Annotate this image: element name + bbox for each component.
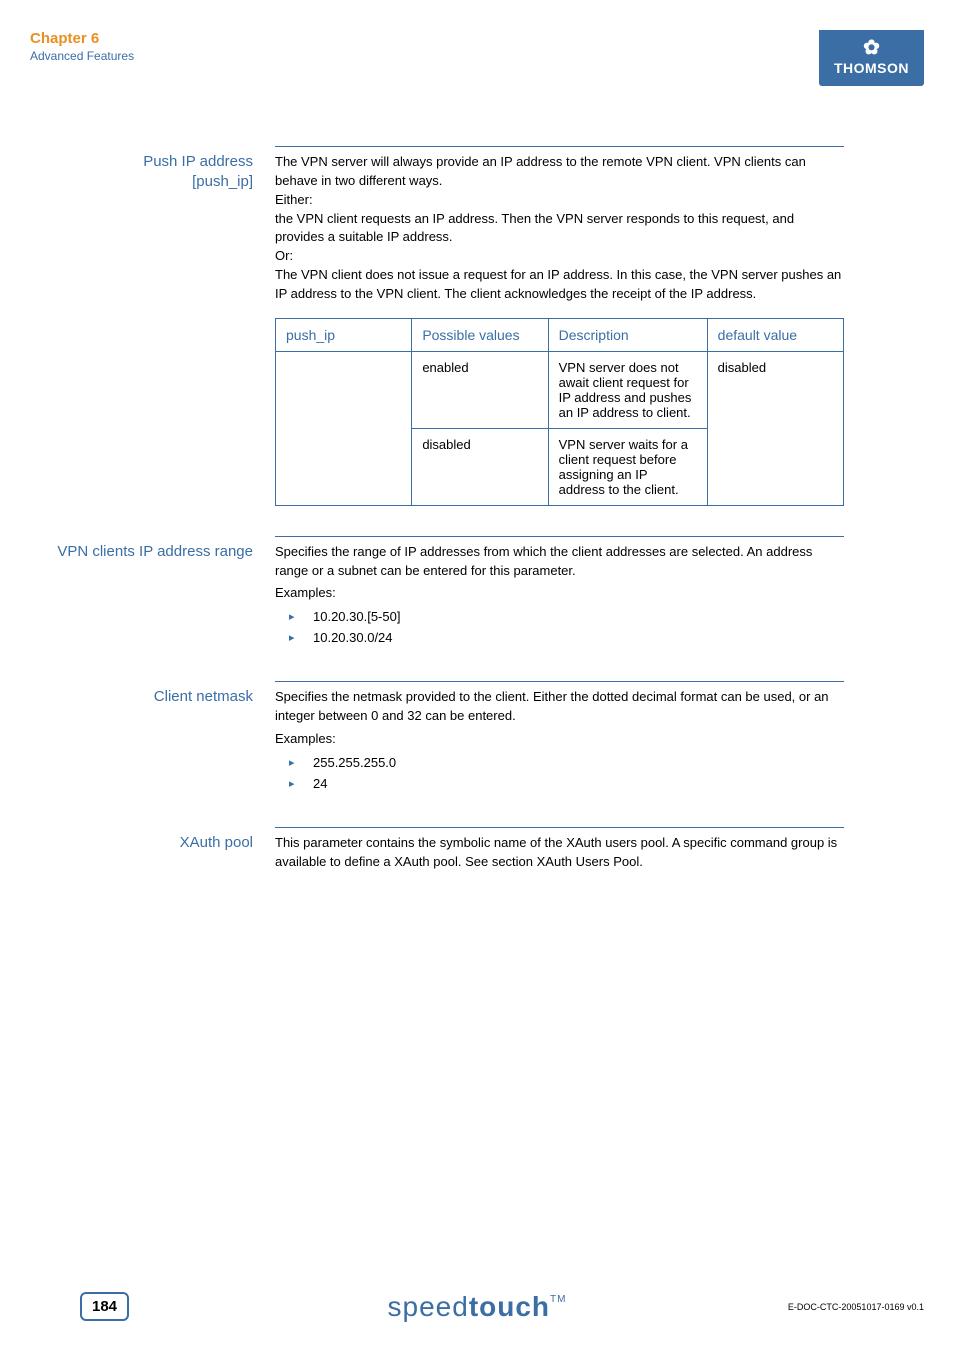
page-header: Chapter 6 Advanced Features ✿ THOMSON — [0, 0, 954, 86]
client-netmask-examples-label: Examples: — [275, 730, 844, 749]
margin-label-xauth-pool: XAuth pool — [30, 827, 275, 872]
push-ip-intro: The VPN server will always provide an IP… — [275, 153, 844, 191]
section-body-xauth-pool: This parameter contains the symbolic nam… — [275, 827, 844, 872]
section-xauth-pool: XAuth pool This parameter contains the s… — [30, 827, 844, 872]
push-ip-table: push_ip Possible values Description defa… — [275, 318, 844, 506]
push-ip-either-body: the VPN client requests an IP address. T… — [275, 210, 844, 248]
table-row: enabled VPN server does not await client… — [276, 351, 844, 428]
section-body-push-ip: The VPN server will always provide an IP… — [275, 146, 844, 506]
section-vpn-range: VPN clients IP address range Specifies t… — [30, 536, 844, 652]
td-desc-disabled: VPN server waits for a client request be… — [548, 428, 707, 505]
th-values: Possible values — [412, 318, 548, 351]
td-param — [276, 351, 412, 505]
margin-label-vpn-range: VPN clients IP address range — [30, 536, 275, 652]
vpn-range-body: Specifies the range of IP addresses from… — [275, 543, 844, 581]
thomson-brand-text: THOMSON — [829, 60, 914, 76]
section-body-client-netmask: Specifies the netmask provided to the cl… — [275, 681, 844, 797]
client-netmask-body: Specifies the netmask provided to the cl… — [275, 688, 844, 726]
xauth-pool-body: This parameter contains the symbolic nam… — [275, 834, 844, 872]
section-client-netmask: Client netmask Specifies the netmask pro… — [30, 681, 844, 797]
margin-label-client-netmask: Client netmask — [30, 681, 275, 797]
label-vpn-range: VPN clients IP address range — [30, 542, 253, 562]
label-push-ip-line2: [push_ip] — [30, 172, 253, 192]
page-number: 184 — [80, 1292, 129, 1321]
client-netmask-examples: 255.255.255.0 24 — [275, 755, 844, 791]
chapter-block: Chapter 6 Advanced Features — [30, 30, 134, 63]
list-item: 24 — [285, 776, 844, 791]
section-push-ip: Push IP address [push_ip] The VPN server… — [30, 146, 844, 506]
chapter-title: Chapter 6 — [30, 30, 134, 47]
td-value-disabled: disabled — [412, 428, 548, 505]
list-item: 10.20.30.[5-50] — [285, 609, 844, 624]
th-default: default value — [707, 318, 843, 351]
page-content: Push IP address [push_ip] The VPN server… — [0, 86, 954, 872]
list-item: 10.20.30.0/24 — [285, 630, 844, 645]
label-push-ip-line1: Push IP address — [30, 152, 253, 172]
td-default: disabled — [707, 351, 843, 505]
chapter-subtitle: Advanced Features — [30, 49, 134, 63]
doc-id: E-DOC-CTC-20051017-0169 v0.1 — [788, 1302, 924, 1312]
margin-label-push-ip: Push IP address [push_ip] — [30, 146, 275, 506]
th-desc: Description — [548, 318, 707, 351]
vpn-range-examples: 10.20.30.[5-50] 10.20.30.0/24 — [275, 609, 844, 645]
thomson-logo: ✿ THOMSON — [819, 30, 924, 86]
push-ip-or-body: The VPN client does not issue a request … — [275, 266, 844, 304]
push-ip-either: Either: — [275, 191, 844, 210]
label-xauth-pool: XAuth pool — [30, 833, 253, 853]
th-param: push_ip — [276, 318, 412, 351]
thomson-globe-icon: ✿ — [829, 38, 914, 58]
push-ip-or: Or: — [275, 247, 844, 266]
td-desc-enabled: VPN server does not await client request… — [548, 351, 707, 428]
section-body-vpn-range: Specifies the range of IP addresses from… — [275, 536, 844, 652]
td-value-enabled: enabled — [412, 351, 548, 428]
table-header-row: push_ip Possible values Description defa… — [276, 318, 844, 351]
vpn-range-examples-label: Examples: — [275, 584, 844, 603]
label-client-netmask: Client netmask — [30, 687, 253, 707]
page-footer: 184 E-DOC-CTC-20051017-0169 v0.1 — [0, 1292, 954, 1321]
list-item: 255.255.255.0 — [285, 755, 844, 770]
